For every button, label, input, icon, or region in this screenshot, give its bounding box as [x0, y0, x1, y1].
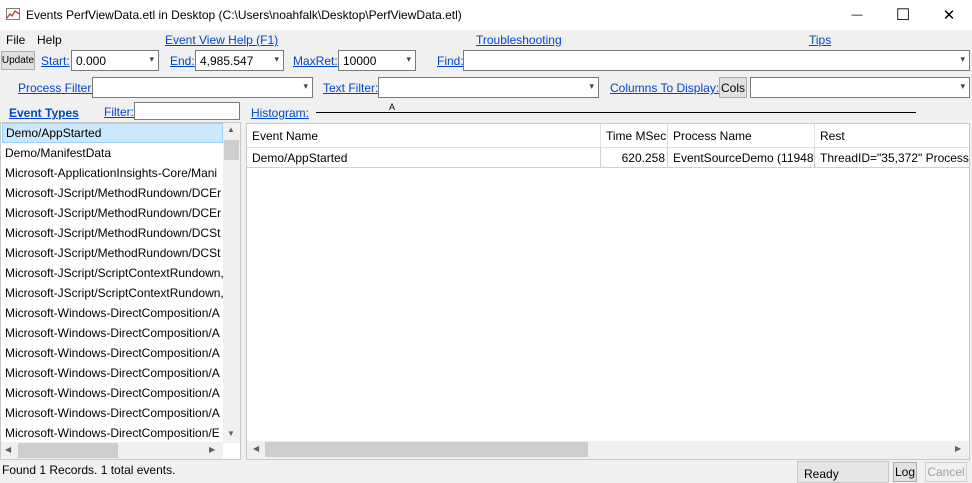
process-filter-link[interactable]: Process Filter: [18, 81, 95, 95]
event-type-item[interactable]: Microsoft-JScript/MethodRundown/DCEr [5, 203, 223, 223]
maxret-value: 10000 [343, 53, 377, 68]
chevron-down-icon[interactable]: ▾ [406, 54, 411, 65]
event-type-item[interactable]: Microsoft-JScript/MethodRundown/DCSt [5, 243, 223, 263]
text-filter-link[interactable]: Text Filter: [323, 81, 378, 95]
event-type-item[interactable]: Demo/AppStarted [2, 123, 223, 143]
histogram-bar: A [313, 102, 970, 122]
start-time-value: 0.000 [76, 53, 107, 68]
event-type-item[interactable]: Microsoft-Windows-DirectComposition/A [5, 343, 223, 363]
update-button-label: Update [1, 55, 35, 66]
scroll-left-icon[interactable]: ◀ [253, 444, 259, 453]
chevron-down-icon[interactable]: ▾ [303, 81, 308, 92]
event-type-item[interactable]: Microsoft-JScript/ScriptContextRundown, [5, 283, 223, 303]
filter-link[interactable]: Filter: [104, 105, 134, 119]
minimize-icon: — [851, 9, 863, 21]
chevron-down-icon[interactable]: ▾ [960, 81, 965, 92]
process-filter-combo[interactable]: ▾ [92, 77, 313, 98]
title-bar: Events PerfViewData.etl in Desktop (C:\U… [0, 0, 972, 30]
find-combo[interactable]: ▾ [463, 50, 970, 71]
end-time-combo[interactable]: 4,985.547 ▾ [195, 50, 284, 71]
event-type-item[interactable]: Microsoft-Windows-DirectComposition/A [5, 363, 223, 383]
end-time-value: 4,985.547 [200, 53, 254, 68]
perfview-app-icon [6, 8, 20, 20]
scroll-right-icon[interactable]: ▶ [209, 445, 215, 454]
cell-rest[interactable]: ThreadID="35,372" ProcessorNumber="0" [815, 148, 969, 168]
event-type-item[interactable]: Microsoft-Windows-DirectComposition/A [5, 303, 223, 323]
troubleshooting-link[interactable]: Troubleshooting [476, 33, 562, 47]
event-type-item[interactable]: Microsoft-Windows-DirectComposition/E [5, 423, 223, 443]
start-time-combo[interactable]: 0.000 ▾ [71, 50, 159, 71]
close-button[interactable]: ✕ [926, 0, 972, 30]
histogram-marker: A [389, 102, 396, 112]
event-type-item[interactable]: Demo/ManifestData [5, 143, 223, 163]
cols-button[interactable]: Cols [719, 77, 747, 98]
log-button-label: Log [894, 465, 916, 479]
cell-event-name[interactable]: Demo/AppStarted [247, 148, 601, 168]
start-link[interactable]: Start: [41, 54, 70, 68]
event-types-horizontal-scrollbar[interactable]: ◀ ▶ [1, 442, 223, 459]
columns-combo[interactable]: ▾ [750, 77, 970, 98]
maximize-button[interactable]: ☐ [880, 0, 926, 30]
status-state-box: Ready [797, 461, 889, 483]
cancel-button-label: Cancel [927, 465, 965, 479]
chevron-down-icon[interactable]: ▾ [960, 54, 965, 65]
window-title: Events PerfViewData.etl in Desktop (C:\U… [26, 8, 462, 22]
grid-horizontal-scrollbar[interactable]: ◀ ▶ [247, 441, 969, 459]
event-type-item[interactable]: Microsoft-Windows-DirectComposition/A [5, 383, 223, 403]
scroll-up-icon[interactable]: ▲ [227, 125, 235, 134]
event-types-list[interactable]: Demo/AppStarted Demo/ManifestData Microsof… [0, 122, 241, 460]
histogram-line [316, 112, 916, 113]
cell-time-msec[interactable]: 620.258 [601, 148, 668, 168]
status-bar: Found 1 Records. 1 total events. Ready L… [0, 460, 972, 483]
chevron-down-icon[interactable]: ▾ [274, 54, 279, 65]
vertical-scroll-thumb[interactable] [224, 140, 239, 160]
event-type-item[interactable]: Microsoft-JScript/MethodRundown/DCEr [5, 183, 223, 203]
scroll-right-icon[interactable]: ▶ [955, 444, 961, 453]
column-header-time-msec[interactable]: Time MSec [601, 124, 668, 148]
find-link[interactable]: Find: [437, 54, 464, 68]
status-state: Ready [804, 467, 839, 481]
event-type-item[interactable]: Microsoft-Windows-DirectComposition/A [5, 323, 223, 343]
event-type-item[interactable]: Microsoft-JScript/MethodRundown/DCSt [5, 223, 223, 243]
minimize-button[interactable]: — [834, 0, 880, 30]
close-icon: ✕ [942, 7, 956, 24]
column-header-rest[interactable]: Rest [815, 124, 969, 148]
horizontal-scroll-thumb[interactable] [18, 443, 118, 458]
update-button[interactable]: Update [1, 51, 35, 70]
event-type-item[interactable]: Microsoft-ApplicationInsights-Core/Mani [5, 163, 223, 183]
scroll-left-icon[interactable]: ◀ [5, 445, 11, 454]
event-type-item[interactable]: Microsoft-Windows-DirectComposition/A [5, 403, 223, 423]
maximize-icon: ☐ [895, 7, 911, 24]
events-grid[interactable]: Event Name Time MSec Process Name Rest D… [246, 123, 970, 460]
grid-horizontal-scroll-thumb[interactable] [265, 442, 588, 457]
column-header-event-name[interactable]: Event Name [247, 124, 601, 148]
tips-link[interactable]: Tips [809, 33, 831, 47]
event-view-help-link[interactable]: Event View Help (F1) [165, 33, 278, 47]
event-types-vertical-scrollbar[interactable]: ▲ ▼ [223, 123, 240, 443]
event-types-filter-input[interactable] [134, 102, 240, 120]
column-header-process-name[interactable]: Process Name [668, 124, 815, 148]
maxret-combo[interactable]: 10000 ▾ [338, 50, 416, 71]
histogram-link[interactable]: Histogram: [251, 106, 309, 120]
maxret-link[interactable]: MaxRet: [293, 54, 338, 68]
status-message: Found 1 Records. 1 total events. [2, 463, 176, 477]
event-types-link[interactable]: Event Types [9, 106, 79, 120]
event-type-item[interactable]: Microsoft-JScript/ScriptContextRundown, [5, 263, 223, 283]
text-filter-combo[interactable]: ▾ [378, 77, 599, 98]
log-button[interactable]: Log [893, 462, 917, 482]
columns-to-display-link[interactable]: Columns To Display: [610, 81, 719, 95]
cell-process-name[interactable]: EventSourceDemo (11948) [668, 148, 815, 168]
chevron-down-icon[interactable]: ▾ [149, 54, 154, 65]
scroll-down-icon[interactable]: ▼ [227, 429, 235, 438]
cancel-button[interactable]: Cancel [925, 462, 967, 482]
menu-file[interactable]: File [6, 33, 25, 47]
menu-help[interactable]: Help [37, 33, 62, 47]
cols-button-label: Cols [720, 80, 745, 95]
end-link[interactable]: End: [170, 54, 195, 68]
chevron-down-icon[interactable]: ▾ [589, 81, 594, 92]
